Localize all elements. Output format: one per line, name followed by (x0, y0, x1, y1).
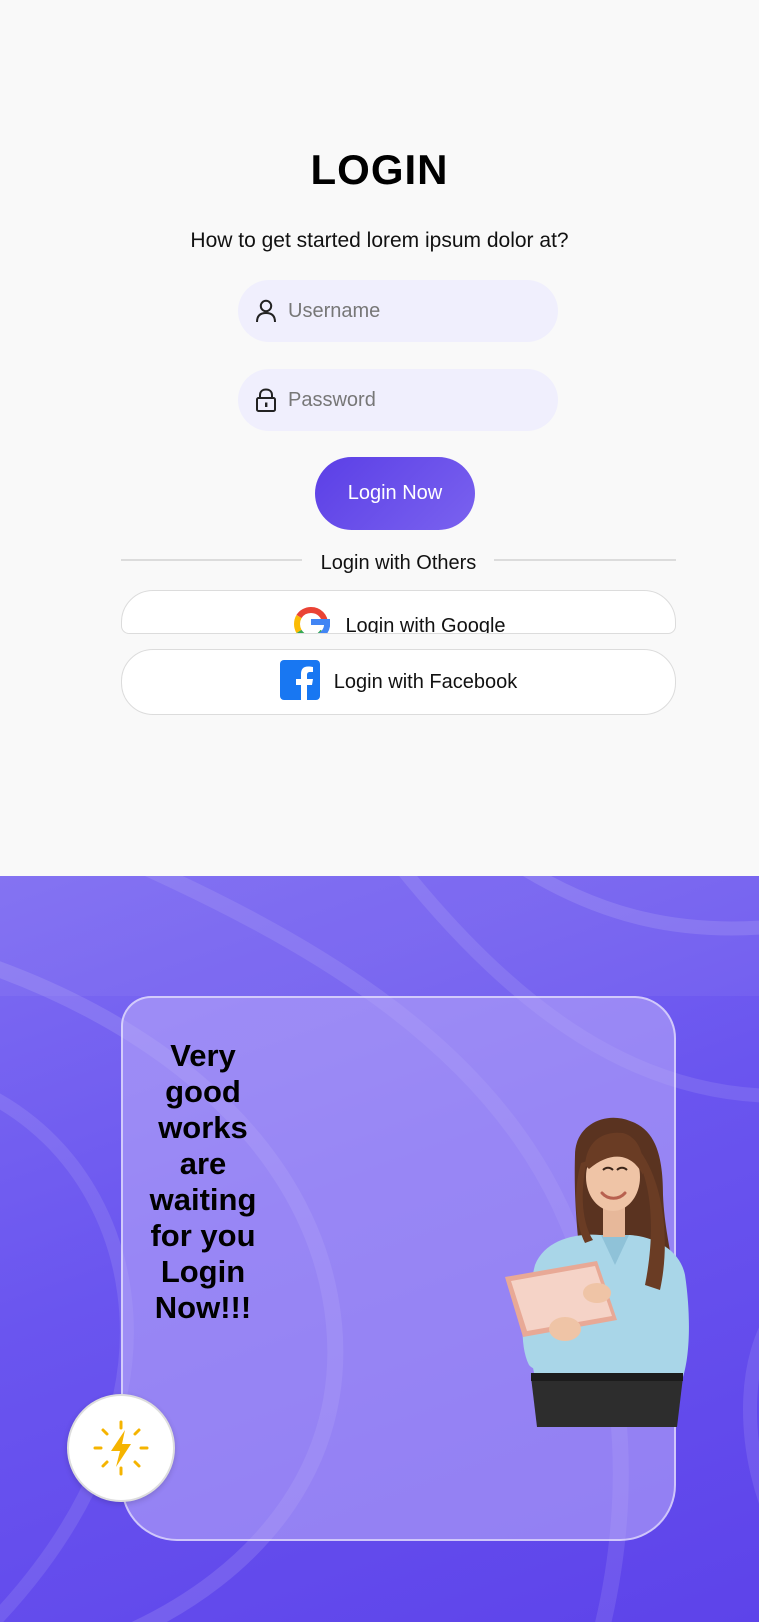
password-input[interactable] (288, 388, 548, 412)
google-label: Login with Google (345, 614, 506, 634)
facebook-icon (279, 659, 320, 705)
page-title: LOGIN (310, 146, 449, 193)
google-icon (291, 604, 331, 633)
username-field[interactable] (238, 280, 558, 342)
login-now-button[interactable]: Login Now (315, 457, 475, 530)
login-others-divider: Login with Others (121, 552, 676, 576)
password-field[interactable] (238, 369, 558, 431)
page-subtitle: How to get started lorem ipsum dolor at? (190, 229, 569, 252)
divider-label: Login with Others (320, 552, 477, 574)
divider-line-right (494, 559, 676, 561)
login-section: LOGIN How to get started lorem ipsum dol… (0, 0, 759, 876)
woman-with-tablet-image (505, 1117, 689, 1427)
login-facebook-button[interactable]: Login with Facebook (121, 649, 676, 715)
username-input[interactable] (288, 299, 548, 323)
lightning-sun-icon (67, 1394, 175, 1502)
lock-icon (252, 386, 280, 414)
facebook-label: Login with Facebook (333, 670, 518, 693)
promo-card-text: Very good works are waiting for you Logi… (149, 1038, 257, 1325)
login-google-button[interactable]: Login with Google (121, 590, 676, 634)
user-icon (252, 297, 280, 325)
